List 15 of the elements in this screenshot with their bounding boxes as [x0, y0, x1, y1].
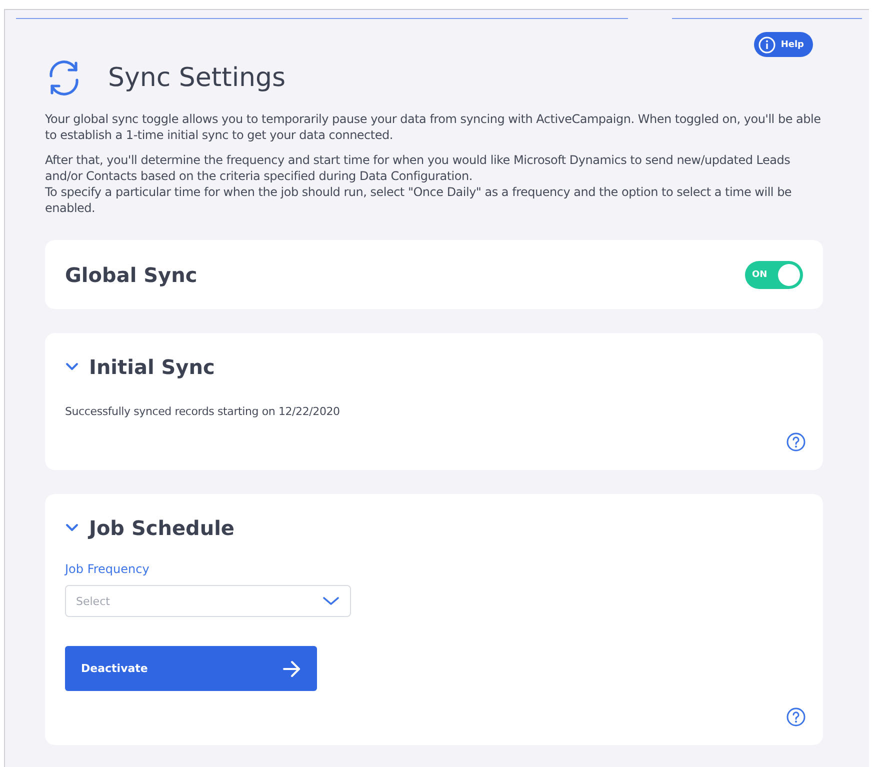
deactivate-button[interactable]: Deactivate: [65, 646, 317, 691]
page-title: Sync Settings: [108, 63, 286, 93]
status-text: Successfully synced records starting on 12/22/2020: [65, 405, 341, 418]
field-label: Job Frequency: [65, 562, 150, 576]
chevron-down-icon: [322, 596, 340, 606]
section-title: Job Schedule: [89, 516, 234, 540]
chevron-down-icon[interactable]: [65, 522, 79, 534]
description-text: After that, you'll determine the frequency and start time for when you would like Microsoft Dynamics to send new/updated Leads and/or Contacts based on the criteria specified during Data Configuration. To specify a particular time for when the job should run, select "Once Daily" as a frequency and the option to select a time will be enabled.: [45, 152, 793, 216]
help-button[interactable]: Help: [754, 32, 813, 57]
description-text: Your global sync toggle allows you to temporarily pause your data from syncing with ActiveCampaign. When toggled on, you'll be able to establish a 1-time initial sync to get your data connected.: [45, 111, 822, 143]
chevron-down-icon[interactable]: [65, 361, 79, 373]
section-title: Global Sync: [65, 262, 198, 286]
info-icon: [758, 36, 776, 54]
section-title: Initial Sync: [89, 355, 215, 379]
arrow-right-icon: [282, 660, 301, 678]
